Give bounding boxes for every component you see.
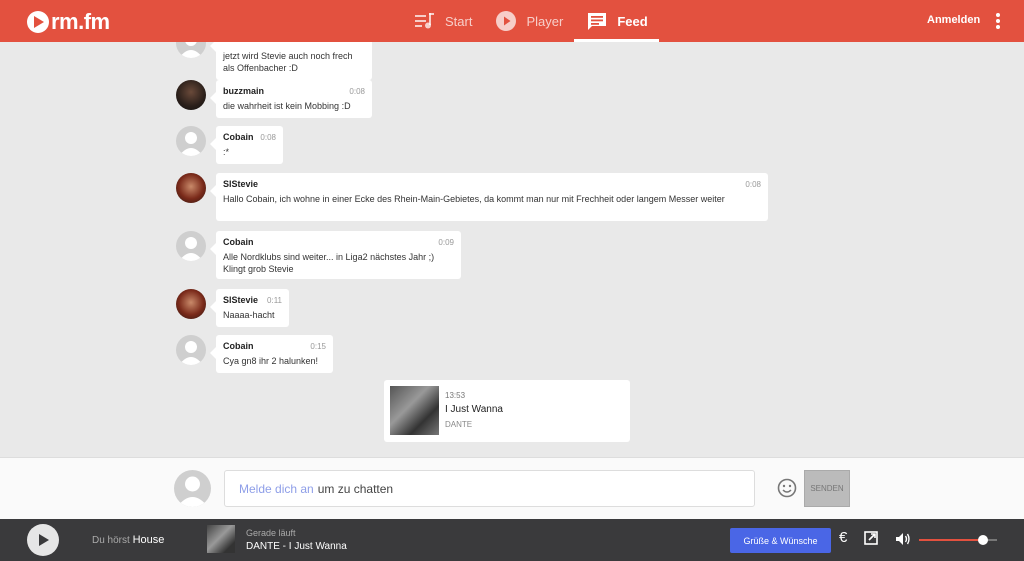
message-username[interactable]: Cobain — [223, 237, 454, 247]
message-time: 0:15 — [310, 342, 326, 351]
message-text: Hallo Cobain, ich wohne in einer Ecke de… — [223, 194, 725, 204]
logo-play-icon — [27, 11, 49, 33]
message-time: 0:09 — [438, 238, 454, 247]
avatar[interactable] — [176, 289, 206, 319]
nav-tab-feed[interactable]: Feed — [574, 0, 660, 42]
track-title: I Just Wanna — [445, 404, 503, 415]
volume-slider-fill — [919, 539, 983, 541]
message-bubble: buzzmain 0:08 die wahrheit ist kein Mobb… — [210, 80, 372, 118]
nav-tab-start-label: Start — [445, 13, 473, 29]
avatar[interactable] — [176, 173, 206, 203]
now-playing-label: Gerade läuft — [246, 528, 296, 538]
listening-prefix: Du hörst — [92, 535, 130, 546]
message-text: jetzt wird Stevie auch noch frech als Of… — [223, 51, 353, 73]
message-username[interactable]: SlStevie — [223, 179, 761, 189]
emoji-icon[interactable] — [777, 478, 797, 498]
avatar[interactable] — [176, 42, 206, 58]
volume-slider-knob[interactable] — [977, 535, 988, 545]
avatar[interactable] — [176, 80, 206, 110]
avatar[interactable] — [176, 231, 206, 261]
message-bubble: Cobain 0:09 Alle Nordklubs sind weiter..… — [210, 231, 461, 279]
message-text: :* — [223, 147, 230, 157]
donate-euro-icon[interactable]: € — [839, 529, 847, 546]
message-time: 0:08 — [349, 87, 365, 96]
main-nav: Start Player Feed — [402, 0, 660, 42]
wishes-button[interactable]: Grüße & Wünsche — [730, 528, 831, 553]
message-bubble: Cobain 0:15 Cya gn8 ihr 2 halunken! — [210, 335, 333, 373]
message-bubble: SlStevie 0:11 Naaaa-hacht — [210, 289, 289, 327]
top-nav-bar: rm.fm Start Player Feed Anmelden — [0, 0, 1024, 42]
chat-input[interactable]: Melde dich an um zu chatten — [224, 470, 755, 507]
login-prompt-text: um zu chatten — [317, 481, 394, 496]
logo-text: rm.fm — [51, 9, 110, 34]
more-menu-icon[interactable] — [996, 13, 1000, 29]
message-text: Alle Nordklubs sind weiter... in Liga2 n… — [223, 252, 435, 274]
avatar[interactable] — [176, 126, 206, 156]
nav-tab-player-label: Player — [526, 13, 564, 29]
message-text: Cya gn8 ihr 2 halunken! — [223, 356, 319, 366]
nav-tab-start[interactable]: Start — [402, 0, 483, 42]
login-link[interactable]: Anmelden — [927, 14, 980, 26]
track-card[interactable]: 13:53 I Just Wanna DANTE — [384, 380, 630, 442]
track-artist: DANTE — [445, 420, 473, 429]
bottom-player: Du hörst House Gerade läuft DANTE - I Ju… — [0, 519, 1024, 561]
login-prompt-link[interactable]: Melde dich an — [239, 482, 314, 496]
play-button[interactable] — [27, 524, 59, 556]
now-playing-track: DANTE - I Just Wanna — [246, 541, 347, 552]
popout-icon[interactable] — [864, 531, 878, 545]
nav-tab-player[interactable]: Player — [483, 0, 574, 42]
logo[interactable]: rm.fm — [27, 9, 110, 35]
music-queue-icon — [413, 11, 437, 31]
message-bubble: Cobain 0:08 :* — [210, 126, 283, 164]
chat-icon — [585, 11, 609, 31]
message-username[interactable]: buzzmain — [223, 86, 365, 96]
play-circle-icon — [494, 11, 518, 31]
message-text: die wahrheit ist kein Mobbing :D — [223, 101, 351, 111]
message-text: Naaaa-hacht — [223, 310, 275, 320]
avatar[interactable] — [176, 335, 206, 365]
send-button[interactable]: SENDEN — [804, 470, 850, 507]
now-playing-cover — [207, 525, 235, 553]
channel-name[interactable]: House — [133, 534, 165, 546]
volume-icon[interactable] — [895, 531, 911, 547]
chat-input-bar: Melde dich an um zu chatten SENDEN — [0, 457, 1024, 519]
user-avatar — [174, 470, 211, 507]
chat-feed[interactable]: jetzt wird Stevie auch noch frech als Of… — [0, 42, 1024, 457]
message-time: 0:08 — [260, 133, 276, 142]
message-bubble: jetzt wird Stevie auch noch frech als Of… — [210, 42, 372, 80]
volume-slider[interactable] — [919, 535, 997, 545]
nav-tab-feed-label: Feed — [617, 13, 648, 29]
message-time: 0:11 — [267, 296, 282, 305]
message-time: 0:08 — [745, 180, 761, 189]
current-channel: Du hörst House — [92, 534, 164, 546]
message-bubble: SlStevie 0:08 Hallo Cobain, ich wohne in… — [210, 173, 768, 221]
album-cover — [390, 386, 439, 435]
track-time: 13:53 — [445, 391, 466, 400]
